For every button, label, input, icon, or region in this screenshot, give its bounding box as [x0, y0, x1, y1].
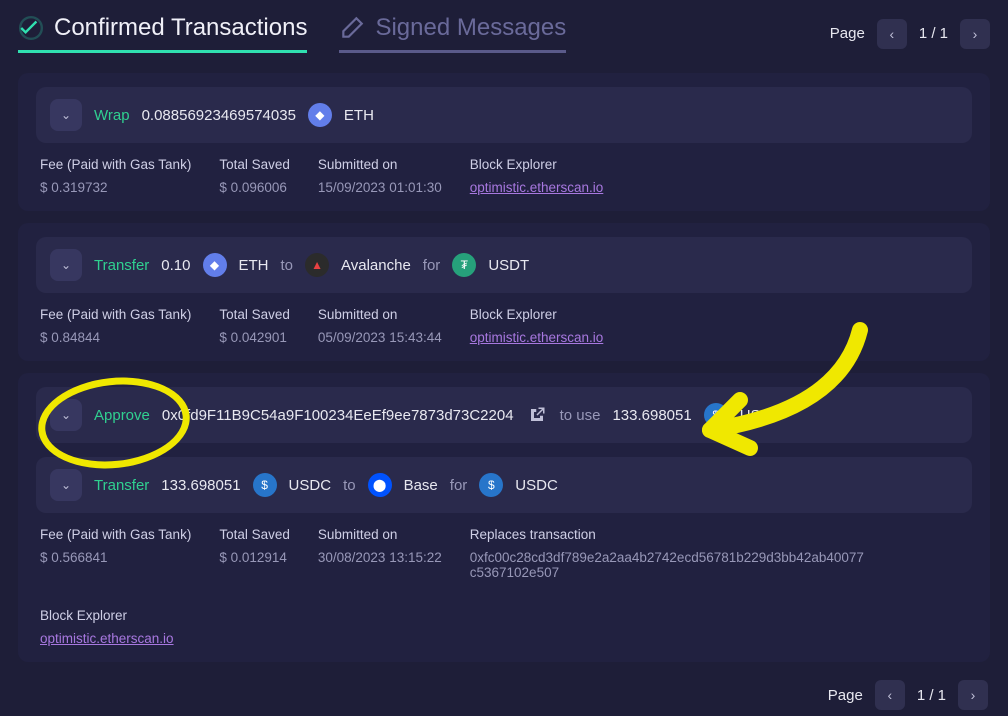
avax-coin-icon: ▲: [305, 253, 329, 277]
symbol: ETH: [239, 257, 269, 274]
chevron-right-icon: ›: [971, 687, 976, 703]
submitted-value: 05/09/2023 15:43:44: [318, 330, 442, 345]
signature-icon: [339, 15, 365, 41]
pager-label: Page: [830, 25, 865, 42]
explorer-label: Block Explorer: [40, 608, 174, 623]
explorer-label: Block Explorer: [470, 157, 604, 172]
expand-button[interactable]: ⌄: [50, 399, 82, 431]
chevron-down-icon: ⌄: [61, 108, 71, 122]
explorer-link[interactable]: optimistic.etherscan.io: [470, 180, 604, 195]
symbol: USDC: [289, 477, 332, 494]
pager-label: Page: [828, 687, 863, 704]
saved-value: $ 0.012914: [219, 550, 290, 565]
expand-button[interactable]: ⌄: [50, 249, 82, 281]
chevron-down-icon: ⌄: [61, 478, 71, 492]
for-symbol: USDT: [488, 257, 529, 274]
fee-label: Fee (Paid with Gas Tank): [40, 307, 191, 322]
explorer-link[interactable]: optimistic.etherscan.io: [40, 631, 174, 646]
fee-value: $ 0.566841: [40, 550, 191, 565]
base-coin-icon: ⬤: [368, 473, 392, 497]
to-name: Avalanche: [341, 257, 411, 274]
fee-label: Fee (Paid with Gas Tank): [40, 157, 191, 172]
bottom-pager: Page ‹ 1 / 1 ›: [828, 680, 988, 710]
symbol: ETH: [344, 107, 374, 124]
top-pager: Page ‹ 1 / 1 ›: [830, 19, 990, 49]
pager-prev-button[interactable]: ‹: [875, 680, 905, 710]
replaces-label: Replaces transaction: [470, 527, 870, 542]
for-symbol: USDC: [515, 477, 558, 494]
pager-prev-button[interactable]: ‹: [877, 19, 907, 49]
submitted-value: 30/08/2023 13:15:22: [318, 550, 442, 565]
to-use-label: to use: [560, 407, 601, 424]
pager-next-button[interactable]: ›: [960, 19, 990, 49]
transaction-card: ⌄ Wrap 0.08856923469574035 ◆ ETH Fee (Paid wi…: [18, 73, 990, 211]
fee-value: $ 0.84844: [40, 330, 191, 345]
explorer-label: Block Explorer: [470, 307, 604, 322]
to-label: to: [281, 257, 294, 274]
transaction-row: ⌄ Wrap 0.08856923469574035 ◆ ETH: [36, 87, 972, 143]
action-label: Transfer: [94, 477, 149, 494]
usdc-coin-icon: $: [479, 473, 503, 497]
submitted-label: Submitted on: [318, 307, 442, 322]
tab-label: Signed Messages: [375, 14, 566, 42]
transaction-card: ⌄ Transfer 0.10 ◆ ETH to ▲ Avalanche for ₮ USDT Fee…: [18, 223, 990, 361]
amount: 0.08856923469574035: [142, 107, 296, 124]
transaction-row: ⌄ Transfer 0.10 ◆ ETH to ▲ Avalanche for ₮ USDT: [36, 237, 972, 293]
fee-label: Fee (Paid with Gas Tank): [40, 527, 191, 542]
chevron-left-icon: ‹: [889, 26, 894, 42]
transaction-row: ⌄ Approve 0x0fd9F11B9C54a9F100234EeEf9ee78…: [36, 387, 972, 443]
external-link-icon[interactable]: [526, 404, 548, 426]
eth-coin-icon: ◆: [308, 103, 332, 127]
chevron-right-icon: ›: [973, 26, 978, 42]
to-use-symbol: USDC: [740, 407, 783, 424]
to-use-amount: 133.698051: [612, 407, 691, 424]
saved-label: Total Saved: [219, 307, 290, 322]
saved-label: Total Saved: [219, 157, 290, 172]
expand-button[interactable]: ⌄: [50, 469, 82, 501]
saved-value: $ 0.096006: [219, 180, 290, 195]
pager-next-button[interactable]: ›: [958, 680, 988, 710]
usdc-coin-icon: $: [704, 403, 728, 427]
submitted-value: 15/09/2023 01:01:30: [318, 180, 442, 195]
expand-button[interactable]: ⌄: [50, 99, 82, 131]
tab-signed-messages[interactable]: Signed Messages: [339, 14, 566, 53]
usdc-coin-icon: $: [253, 473, 277, 497]
tab-confirmed-transactions[interactable]: Confirmed Transactions: [18, 14, 307, 53]
action-label: Wrap: [94, 107, 130, 124]
pager-position: 1 / 1: [917, 687, 946, 704]
saved-label: Total Saved: [219, 527, 290, 542]
transaction-row: ⌄ Transfer 133.698051 $ USDC to ⬤ Basefor $ USDC: [36, 457, 972, 513]
to-name: Base: [404, 477, 438, 494]
chevron-left-icon: ‹: [887, 687, 892, 703]
submitted-label: Submitted on: [318, 527, 442, 542]
saved-value: $ 0.042901: [219, 330, 290, 345]
tab-label: Confirmed Transactions: [54, 14, 307, 42]
fee-value: $ 0.319732: [40, 180, 191, 195]
chevron-down-icon: ⌄: [61, 408, 71, 422]
replaces-value: 0xfc00c28cd3df789e2a2aa4b2742ecd56781b22…: [470, 550, 870, 580]
usdt-coin-icon: ₮: [452, 253, 476, 277]
for-label: for: [423, 257, 441, 274]
address: 0x0fd9F11B9C54a9F100234EeEf9ee7873d73C22…: [162, 407, 514, 424]
check-badge-icon: [18, 15, 44, 41]
action-label: Approve: [94, 407, 150, 424]
chevron-down-icon: ⌄: [61, 258, 71, 272]
amount: 0.10: [161, 257, 190, 274]
for-label: for: [450, 477, 468, 494]
amount: 133.698051: [161, 477, 240, 494]
transaction-card: ⌄ Approve 0x0fd9F11B9C54a9F100234EeEf9ee78…: [18, 373, 990, 662]
action-label: Transfer: [94, 257, 149, 274]
pager-position: 1 / 1: [919, 25, 948, 42]
submitted-label: Submitted on: [318, 157, 442, 172]
explorer-link[interactable]: optimistic.etherscan.io: [470, 330, 604, 345]
to-label: to: [343, 477, 356, 494]
eth-coin-icon: ◆: [203, 253, 227, 277]
